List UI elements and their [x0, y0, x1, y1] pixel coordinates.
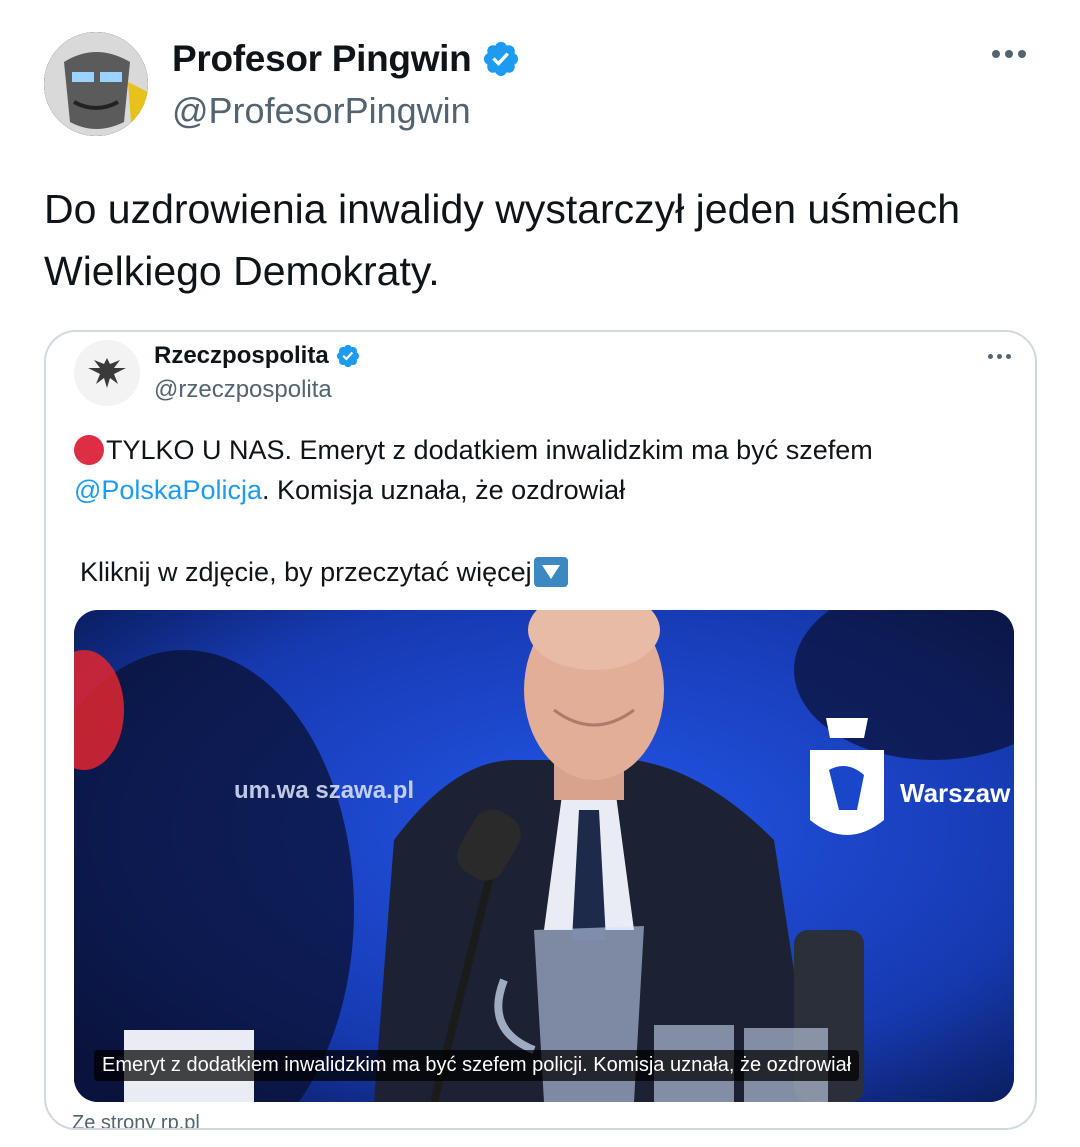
- quoted-name-row: Rzeczpospolita: [154, 342, 361, 370]
- mention-link[interactable]: @PolskaPolicja: [74, 475, 262, 505]
- verified-badge-icon: [484, 41, 519, 77]
- author-display-name[interactable]: Profesor Pingwin: [172, 38, 472, 80]
- quoted-cta-text: Kliknij w zdjęcie, by przeczytać więcej: [80, 557, 532, 587]
- author-avatar[interactable]: [44, 32, 148, 136]
- quoted-handle[interactable]: @rzeczpospolita: [154, 376, 332, 404]
- press-conference-photo: um.wa szawa.pl Warszaw: [74, 610, 1014, 1102]
- tweet-view: Profesor Pingwin @ProfesorPingwin Do uzd…: [0, 0, 1080, 1147]
- down-arrow-button-emoji-icon: [533, 557, 568, 587]
- quoted-text-part1: TYLKO U NAS. Emeryt z dodatkiem inwalidz…: [106, 435, 873, 465]
- red-circle-emoji-icon: [74, 435, 104, 465]
- quoted-media-image[interactable]: um.wa szawa.pl Warszaw Emeryt z dodatkie…: [74, 610, 1014, 1102]
- verified-badge-icon: [336, 344, 359, 368]
- quoted-display-name[interactable]: Rzeczpospolita: [154, 342, 329, 370]
- quoted-text-line3: Kliknij w zdjęcie, by przeczytać więcej: [80, 552, 1000, 592]
- link-source[interactable]: Ze strony rp.pl: [72, 1112, 200, 1128]
- media-caption: Emeryt z dodatkiem inwalidzkim ma być sz…: [94, 1050, 860, 1081]
- tweet-text: Do uzdrowienia inwalidy wystarczył jeden…: [44, 186, 961, 294]
- quoted-tweet-card[interactable]: Rzeczpospolita @rzeczpospolita TYLKO U N…: [44, 330, 1037, 1130]
- author-name-row: Profesor Pingwin: [172, 38, 521, 80]
- quoted-more-options-icon[interactable]: [988, 354, 1011, 359]
- backdrop-left-text: um.wa szawa.pl: [234, 777, 414, 804]
- author-handle[interactable]: @ProfesorPingwin: [172, 90, 471, 132]
- quoted-text: TYLKO U NAS. Emeryt z dodatkiem inwalidz…: [74, 430, 994, 510]
- eagle-logo-icon: [74, 340, 140, 406]
- more-options-icon[interactable]: [992, 50, 1026, 58]
- avatar-image: [44, 32, 148, 136]
- backdrop-right-text: Warszaw: [900, 778, 1011, 808]
- quoted-text-part2: . Komisja uznała, że ozdrowiał: [262, 475, 626, 505]
- quoted-author-avatar[interactable]: [74, 340, 140, 406]
